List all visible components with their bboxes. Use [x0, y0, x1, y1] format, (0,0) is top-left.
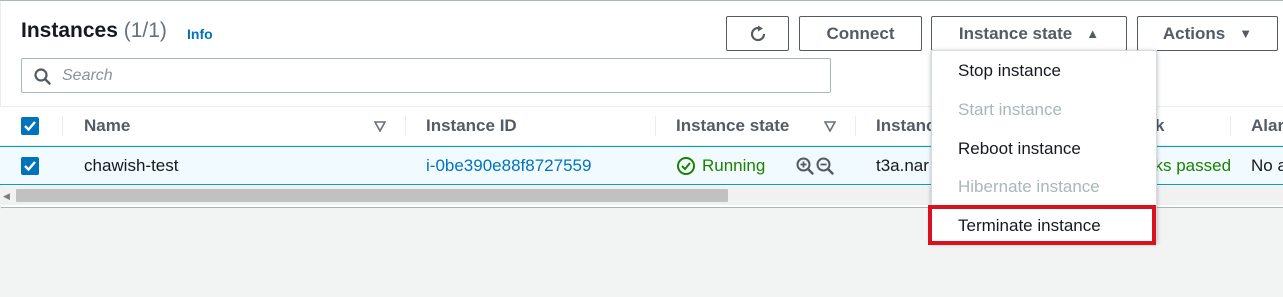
menu-item-hibernate-instance: Hibernate instance: [958, 177, 1100, 196]
sort-icon[interactable]: [374, 120, 386, 132]
column-header-instance-id[interactable]: Instance ID: [426, 107, 517, 145]
info-link[interactable]: Info: [187, 26, 213, 42]
actions-button-label: Actions: [1162, 23, 1226, 43]
menu-item-start-instance: Start instance: [958, 100, 1062, 119]
instance-state-button-label: Instance state: [958, 23, 1073, 43]
check-icon: [24, 161, 36, 172]
caret-down-icon: ▼: [1239, 26, 1253, 41]
column-separator: [62, 116, 63, 136]
instance-state-text: Running: [702, 155, 766, 175]
menu-item-reboot-instance[interactable]: Reboot instance: [958, 139, 1081, 159]
cell-alarm-status: No a: [1251, 155, 1283, 175]
column-separator: [1230, 116, 1231, 136]
cell-instance-type: t3a.nar: [876, 155, 929, 175]
page-title-text: Instances: [21, 19, 118, 42]
instance-count: (1/1): [123, 19, 167, 42]
page-title: Instances (1/1): [21, 19, 167, 43]
cell-name: chawish-test: [84, 155, 179, 175]
refresh-icon: [750, 25, 765, 41]
connect-button[interactable]: Connect: [799, 16, 922, 51]
refresh-button[interactable]: [726, 16, 789, 51]
menu-item-stop-instance[interactable]: Stop instance: [958, 61, 1061, 81]
caret-up-icon: ▲: [1086, 26, 1100, 41]
cell-instance-state: Running: [676, 147, 765, 184]
column-separator: [855, 116, 856, 136]
check-icon: [24, 121, 36, 132]
column-header-instance-state[interactable]: Instance state: [676, 107, 789, 145]
column-separator: [405, 116, 406, 136]
column-header-alarm[interactable]: Alar: [1251, 107, 1283, 145]
running-status-icon: [677, 156, 695, 175]
scroll-left-icon[interactable]: ◀: [3, 191, 10, 202]
instance-id-link[interactable]: i-0be390e88f8727559: [426, 147, 591, 184]
search-box[interactable]: [21, 58, 831, 93]
search-icon: [34, 68, 51, 85]
zoom-in-icon[interactable]: [796, 157, 814, 175]
menu-item-terminate-instance[interactable]: Terminate instance: [958, 216, 1101, 236]
instance-state-button[interactable]: Instance state ▲: [931, 16, 1127, 51]
search-input[interactable]: [62, 64, 822, 88]
column-separator: [655, 116, 656, 136]
scrollbar-thumb[interactable]: [16, 189, 728, 202]
column-header-name[interactable]: Name: [84, 107, 130, 145]
select-all-checkbox[interactable]: [21, 117, 39, 135]
cell-status-check: cks passed: [1146, 155, 1232, 175]
actions-button[interactable]: Actions ▼: [1137, 16, 1278, 51]
instance-state-menu: Stop instance Start instance Reboot inst…: [931, 50, 1157, 243]
row-checkbox[interactable]: [21, 157, 39, 175]
sort-icon[interactable]: [824, 120, 836, 132]
zoom-out-icon[interactable]: [816, 157, 834, 175]
